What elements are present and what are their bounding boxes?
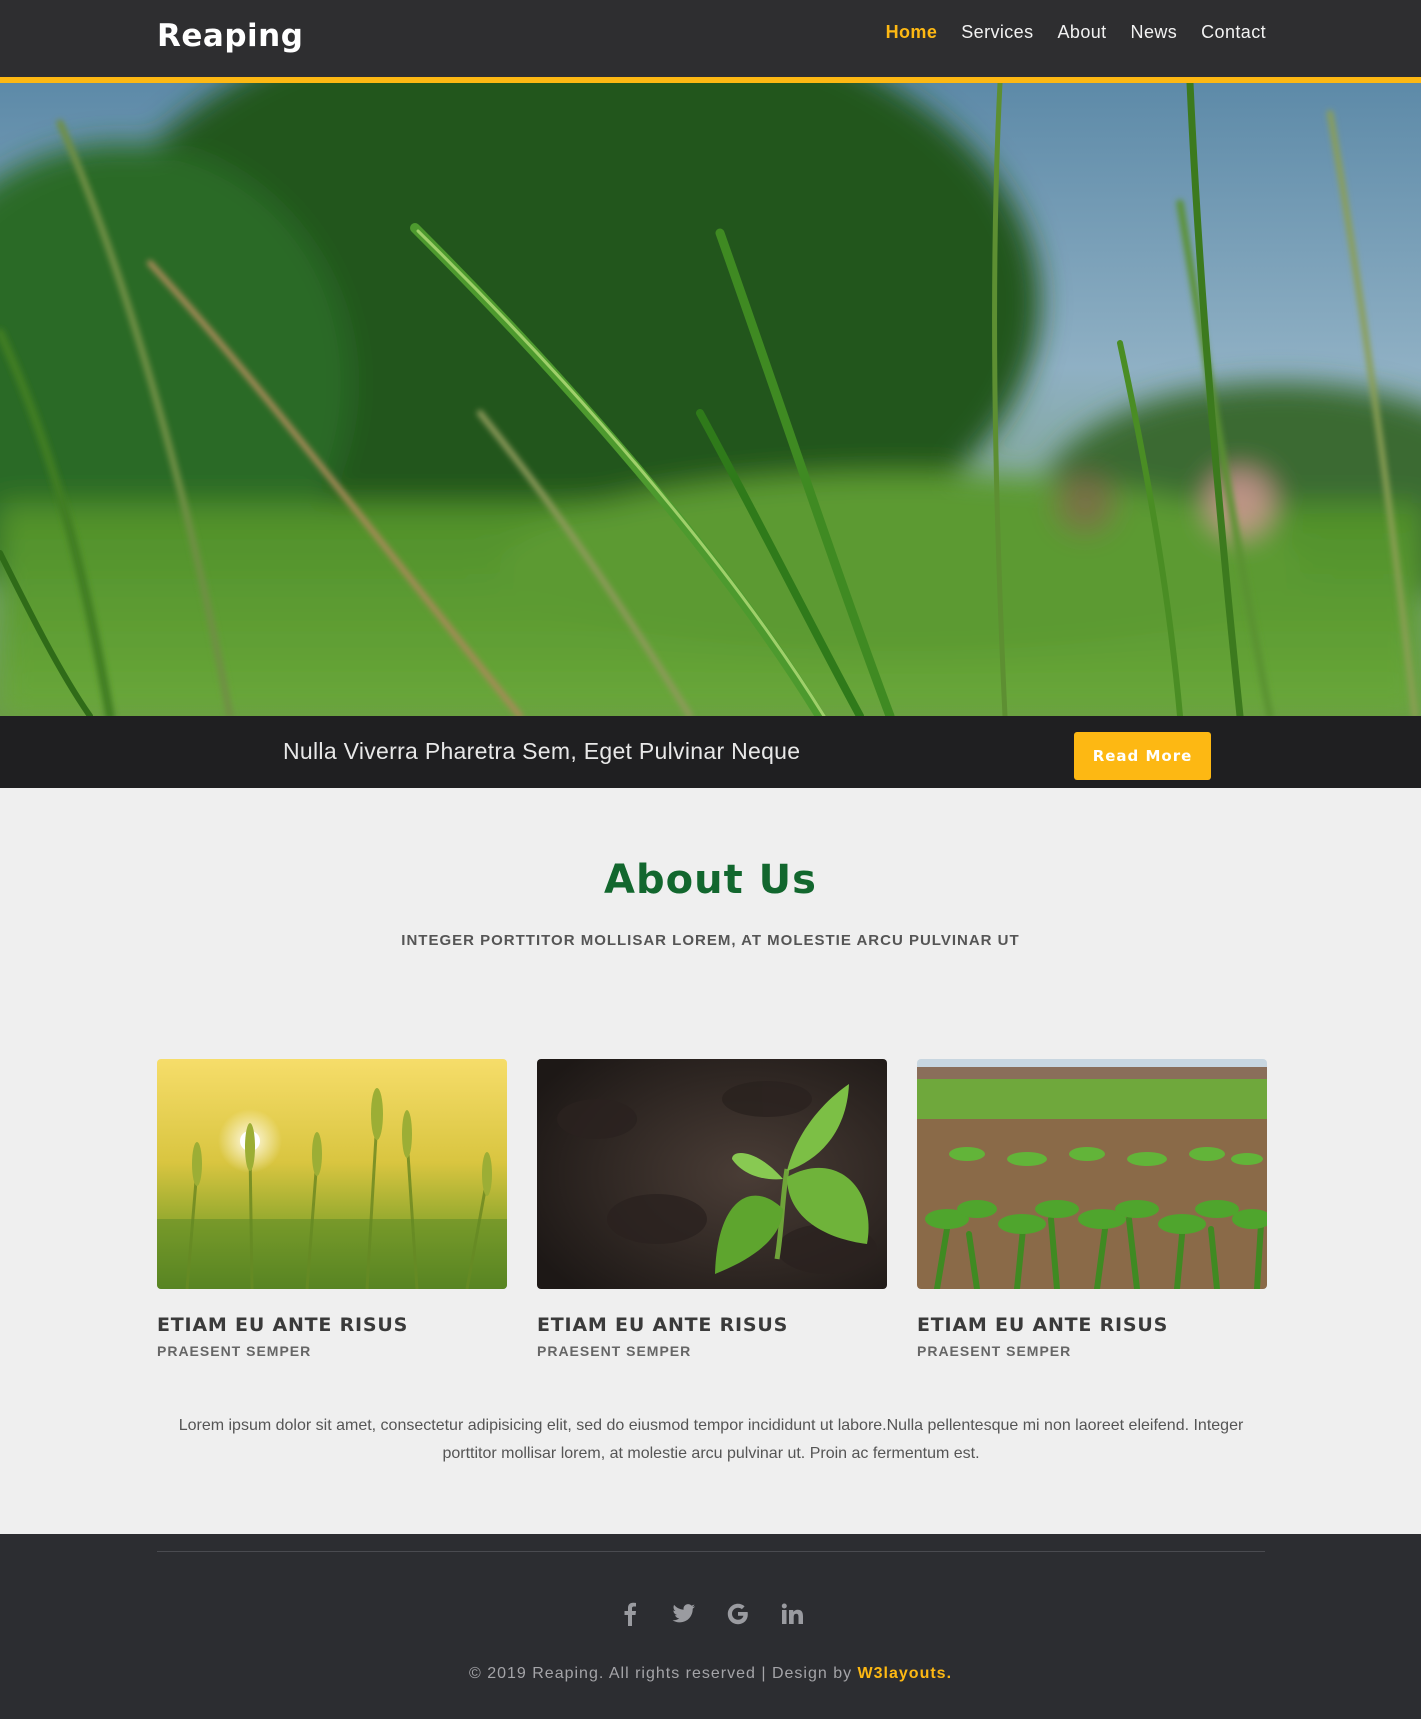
nav-item-about[interactable]: About — [1058, 22, 1107, 43]
about-title: About Us — [604, 857, 817, 903]
site-footer: © 2019 Reaping. All rights reserved | De… — [0, 1534, 1421, 1719]
google-icon[interactable] — [726, 1601, 750, 1627]
banner-text: Nulla Viverra Pharetra Sem, Eget Pulvina… — [283, 738, 801, 764]
wheat-field-image — [157, 1059, 507, 1289]
card-subtitle: PRAESENT SEMPER — [537, 1343, 692, 1359]
social-links — [0, 1601, 1421, 1627]
copyright: © 2019 Reaping. All rights reserved | De… — [0, 1665, 1421, 1683]
card-title: ETIAM EU ANTE RISUS — [917, 1314, 1169, 1336]
seedling-image — [537, 1059, 887, 1289]
site-header: Reaping Home Services About News Contact — [0, 0, 1421, 83]
about-subtitle: INTEGER PORTTITOR MOLLISAR LOREM, AT MOL… — [401, 932, 1020, 949]
card-title: ETIAM EU ANTE RISUS — [537, 1314, 789, 1336]
nav-item-home[interactable]: Home — [886, 22, 938, 43]
main-nav: Home Services About News Contact — [862, 22, 1266, 43]
copyright-text: © 2019 Reaping. All rights reserved | De… — [468, 1665, 858, 1682]
site-logo[interactable]: Reaping — [157, 18, 303, 54]
read-more-button[interactable]: Read More — [1074, 732, 1211, 780]
about-card-cornfield: ETIAM EU ANTE RISUS PRAESENT SEMPER — [917, 1059, 1267, 1359]
designer-credit-link[interactable]: W3layouts. — [858, 1665, 952, 1682]
nav-item-news[interactable]: News — [1131, 22, 1178, 43]
card-subtitle: PRAESENT SEMPER — [917, 1343, 1072, 1359]
about-card-wheat: ETIAM EU ANTE RISUS PRAESENT SEMPER — [157, 1059, 507, 1359]
facebook-icon[interactable] — [618, 1601, 642, 1627]
about-description: Lorem ipsum dolor sit amet, consectetur … — [178, 1417, 1244, 1462]
about-card-seedling: ETIAM EU ANTE RISUS PRAESENT SEMPER — [537, 1059, 887, 1359]
linkedin-icon[interactable] — [780, 1601, 804, 1627]
card-subtitle: PRAESENT SEMPER — [157, 1343, 312, 1359]
nav-item-contact[interactable]: Contact — [1201, 22, 1266, 43]
footer-divider — [157, 1551, 1265, 1552]
twitter-icon[interactable] — [672, 1601, 696, 1627]
card-title: ETIAM EU ANTE RISUS — [157, 1314, 409, 1336]
nav-item-services[interactable]: Services — [961, 22, 1033, 43]
cornfield-image — [917, 1059, 1267, 1289]
hero-image — [0, 83, 1421, 716]
